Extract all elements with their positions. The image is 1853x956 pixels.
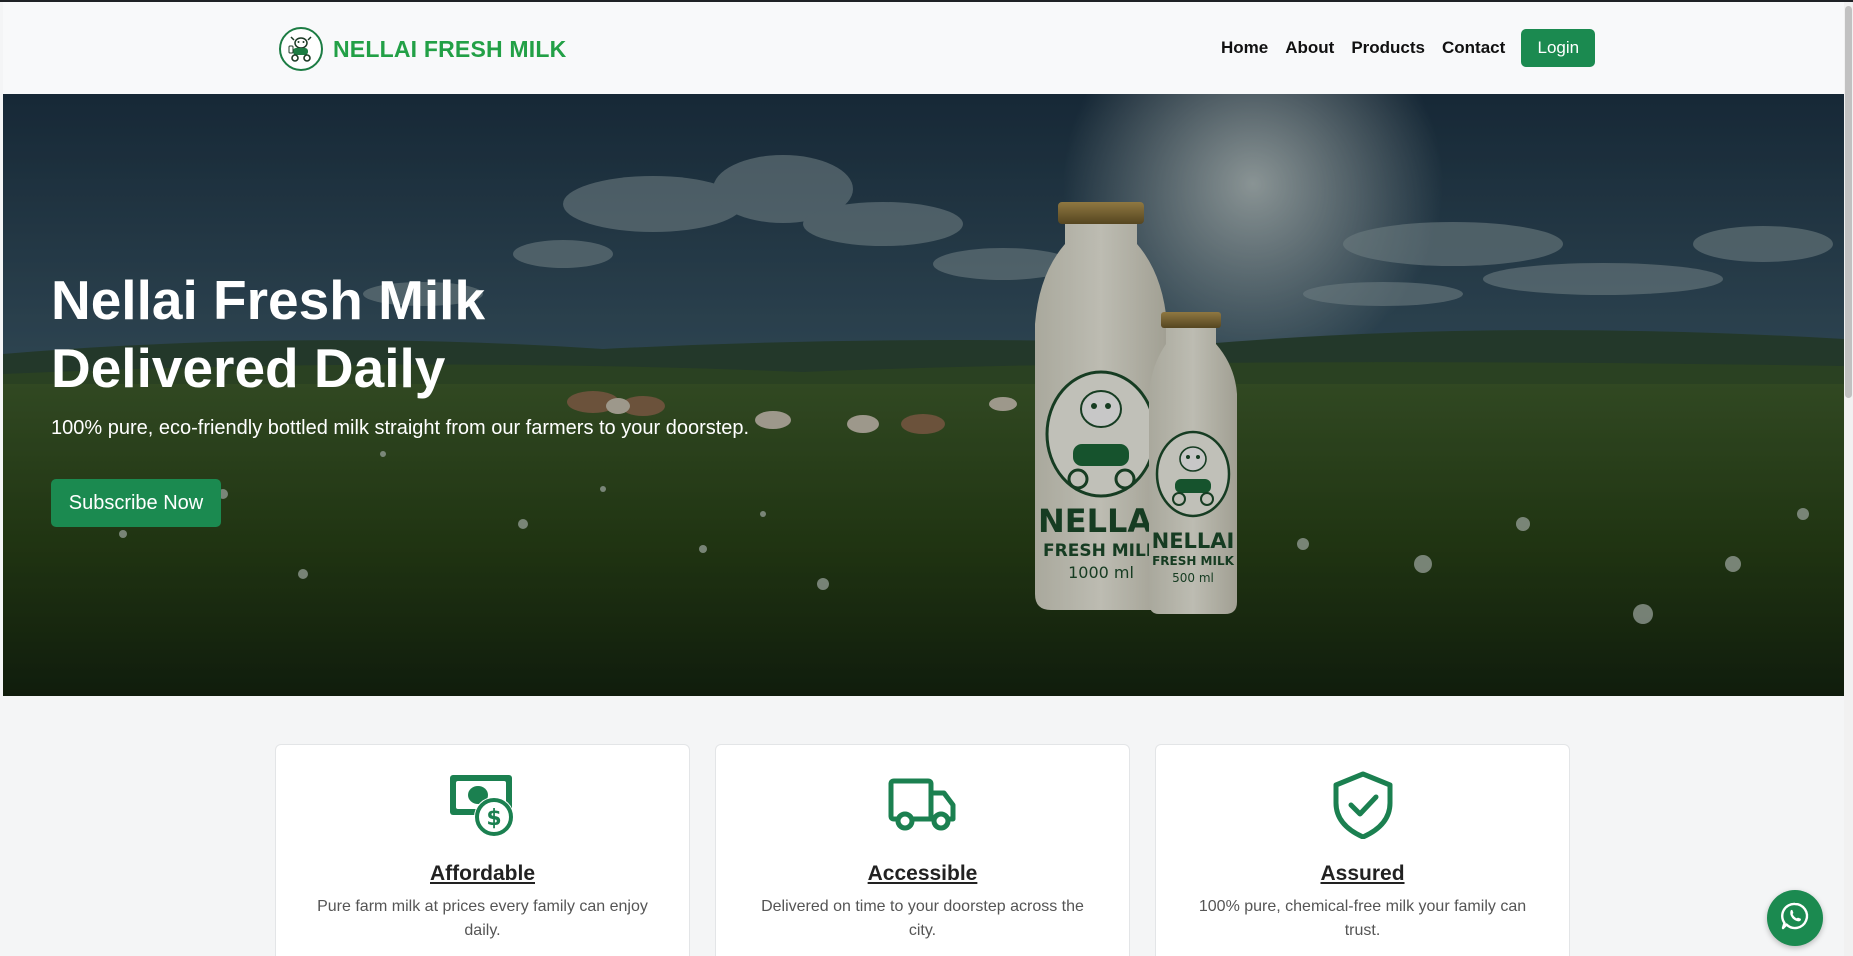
feature-card-accessible: Accessible Delivered on time to your doo… [715,744,1130,956]
hero-subtitle: 100% pure, eco-friendly bottled milk str… [51,417,750,439]
feature-description: Pure farm milk at prices every family ca… [317,898,648,939]
hero-title: Nellai Fresh Milk Delivered Daily [51,266,751,402]
hero-title-line1: Nellai Fresh Milk [51,269,486,331]
scrollbar-thumb[interactable] [1845,6,1852,398]
nav-products-link[interactable]: Products [1351,38,1425,58]
feature-title: Accessible [867,862,978,885]
nav-home-link[interactable]: Home [1221,38,1268,58]
site-header: NELLAI FRESH MILK Home About Products Co… [3,2,1844,94]
hero-section: NELLAI FRESH MILK 1000 ml NELLAI FRESH M… [3,94,1844,696]
nav-contact-link[interactable]: Contact [1442,38,1505,58]
money-icon: $ [448,771,518,839]
features-section: $ Affordable Pure farm milk at prices ev… [275,744,1571,956]
feature-card-affordable: $ Affordable Pure farm milk at prices ev… [275,744,690,956]
svg-text:$: $ [486,806,501,831]
nav-about-link[interactable]: About [1285,38,1334,58]
brand-logo-icon [279,27,323,71]
page-scrollbar[interactable] [1844,2,1853,956]
page: NELLAI FRESH MILK Home About Products Co… [0,0,1853,956]
feature-description: 100% pure, chemical-free milk your famil… [1198,898,1527,939]
shield-check-icon [1328,771,1398,840]
feature-card-assured: Assured 100% pure, chemical-free milk yo… [1155,744,1570,956]
feature-title: Assured [1320,862,1405,885]
truck-icon [888,771,958,839]
main-nav: Home About Products Contact Login [1221,29,1596,67]
brand-link[interactable]: NELLAI FRESH MILK [279,27,566,71]
feature-title: Affordable [430,862,535,885]
whatsapp-button[interactable] [1767,890,1823,946]
login-button[interactable]: Login [1521,29,1596,67]
hero-title-line2: Delivered Daily [51,337,446,399]
feature-description: Delivered on time to your doorstep acros… [761,898,1084,939]
brand-name: NELLAI FRESH MILK [333,35,567,62]
subscribe-button[interactable]: Subscribe Now [51,479,221,527]
whatsapp-icon [1780,901,1810,936]
